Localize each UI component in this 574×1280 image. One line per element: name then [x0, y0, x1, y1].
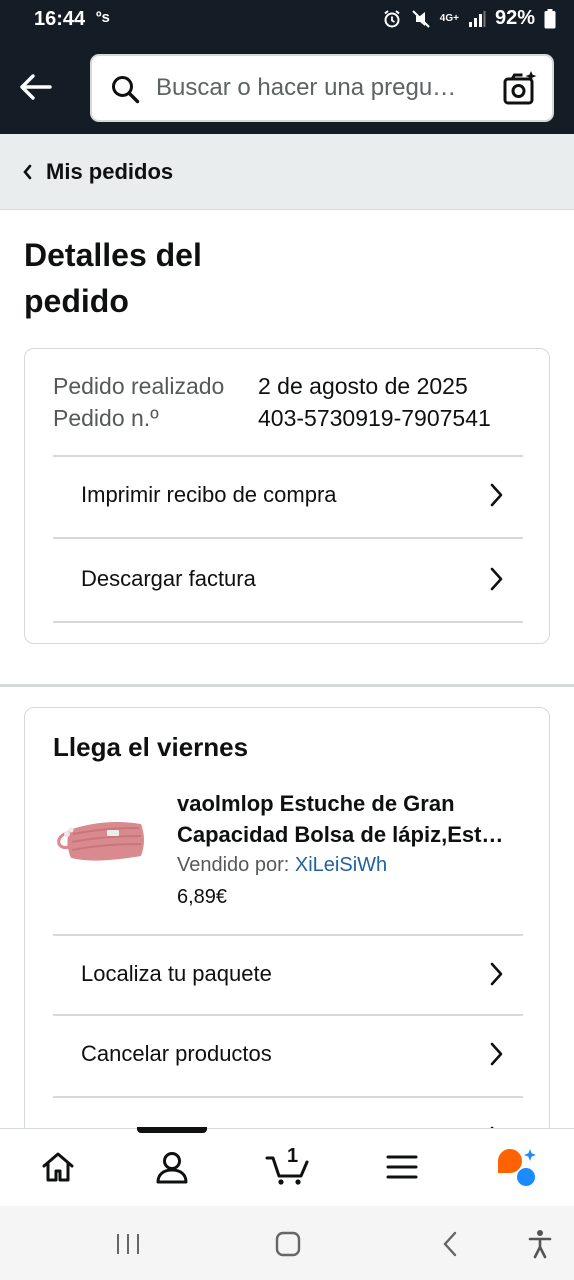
network-type: 4G+ — [439, 12, 459, 24]
accessibility-icon — [528, 1230, 552, 1259]
battery-percent: 92% — [494, 7, 535, 29]
sold-by-label: Vendido por: — [177, 854, 295, 876]
rufus-ai-icon — [498, 1149, 536, 1186]
track-package-label: Localiza tu paquete — [81, 961, 272, 986]
status-icons: 4G+ 92% — [382, 7, 556, 30]
sold-by: Vendido por: XiLeiSiWh — [177, 854, 387, 877]
order-placed-value: 2 de agosto de 2025 — [258, 373, 468, 399]
home-button[interactable] — [268, 1226, 308, 1262]
arrow-left-icon — [20, 74, 52, 100]
cancel-products-link[interactable]: Cancelar productos — [53, 1014, 523, 1094]
chevron-left-icon — [443, 1231, 457, 1257]
back-button[interactable] — [14, 66, 56, 108]
track-package-link[interactable]: Localiza tu paquete — [53, 934, 523, 1014]
order-placed-label: Pedido realizado — [53, 373, 225, 399]
status-extra: ºs — [96, 9, 110, 26]
search-input[interactable] — [156, 66, 496, 110]
nav-home[interactable] — [34, 1145, 82, 1189]
status-bar: 16:44 ºs 4G+ 92% — [0, 0, 574, 38]
active-tab-indicator — [137, 1127, 207, 1133]
nav-account[interactable] — [148, 1145, 196, 1189]
menu-icon — [386, 1155, 418, 1179]
system-back-button[interactable] — [430, 1226, 470, 1262]
seller-link[interactable]: XiLeiSiWh — [295, 854, 387, 876]
product-title[interactable]: vaolmlop Estuche de Gran Capacidad Bolsa… — [177, 788, 527, 850]
search-bar[interactable] — [90, 54, 554, 122]
status-time: 16:44 — [34, 8, 86, 30]
signal-icon — [468, 10, 486, 27]
product-price: 6,89€ — [177, 886, 228, 908]
download-invoice-link[interactable]: Descargar factura — [53, 539, 523, 619]
nav-rufus[interactable] — [492, 1145, 540, 1189]
divider — [53, 621, 523, 623]
shipment-card: Llega el viernes vaolmlop Estuche de Gra… — [24, 707, 550, 1167]
accessibility-button[interactable] — [520, 1226, 560, 1262]
chevron-right-icon — [490, 567, 503, 591]
home-icon — [42, 1152, 74, 1182]
product-title-line2: Capacidad Bolsa de lápiz,Est… — [177, 822, 504, 847]
breadcrumb-label: Mis pedidos — [46, 158, 174, 184]
order-number-label: Pedido n.º — [53, 405, 159, 431]
bottom-nav: 1 — [0, 1127, 574, 1206]
cart-count: 1 — [287, 1145, 299, 1167]
app-header — [0, 38, 574, 134]
chevron-right-icon — [490, 1042, 503, 1066]
order-info-card: Pedido realizado 2 de agosto de 2025 Ped… — [24, 348, 550, 644]
nav-cart[interactable]: 1 — [262, 1145, 314, 1189]
product-title-line1: vaolmlop Estuche de Gran — [177, 791, 455, 816]
mute-icon — [412, 9, 430, 28]
breadcrumb[interactable]: Mis pedidos — [0, 134, 574, 210]
search-icon — [112, 76, 140, 104]
chevron-right-icon — [490, 962, 503, 986]
recent-apps-button[interactable] — [108, 1226, 148, 1262]
page-title: Detalles del pedido — [24, 232, 324, 324]
print-receipt-label: Imprimir recibo de compra — [81, 482, 337, 507]
nav-menu[interactable] — [378, 1145, 426, 1189]
recent-apps-icon — [117, 1234, 139, 1254]
alarm-icon — [384, 9, 400, 27]
product-image[interactable] — [55, 804, 153, 874]
camera-search-icon[interactable] — [502, 70, 538, 106]
cancel-products-label: Cancelar productos — [81, 1041, 272, 1066]
section-separator — [0, 684, 574, 687]
home-square-icon — [275, 1231, 301, 1257]
chevron-left-icon — [22, 164, 32, 180]
print-receipt-link[interactable]: Imprimir recibo de compra — [53, 455, 523, 535]
account-icon — [156, 1152, 188, 1184]
page-title-line2: pedido — [24, 283, 129, 319]
battery-icon — [544, 8, 556, 28]
arrival-title: Llega el viernes — [53, 732, 249, 762]
chevron-right-icon — [490, 483, 503, 507]
system-nav-bar — [0, 1206, 574, 1280]
page-title-line1: Detalles del — [24, 237, 202, 273]
order-number-value: 403-5730919-7907541 — [258, 405, 491, 431]
download-invoice-label: Descargar factura — [81, 566, 256, 591]
